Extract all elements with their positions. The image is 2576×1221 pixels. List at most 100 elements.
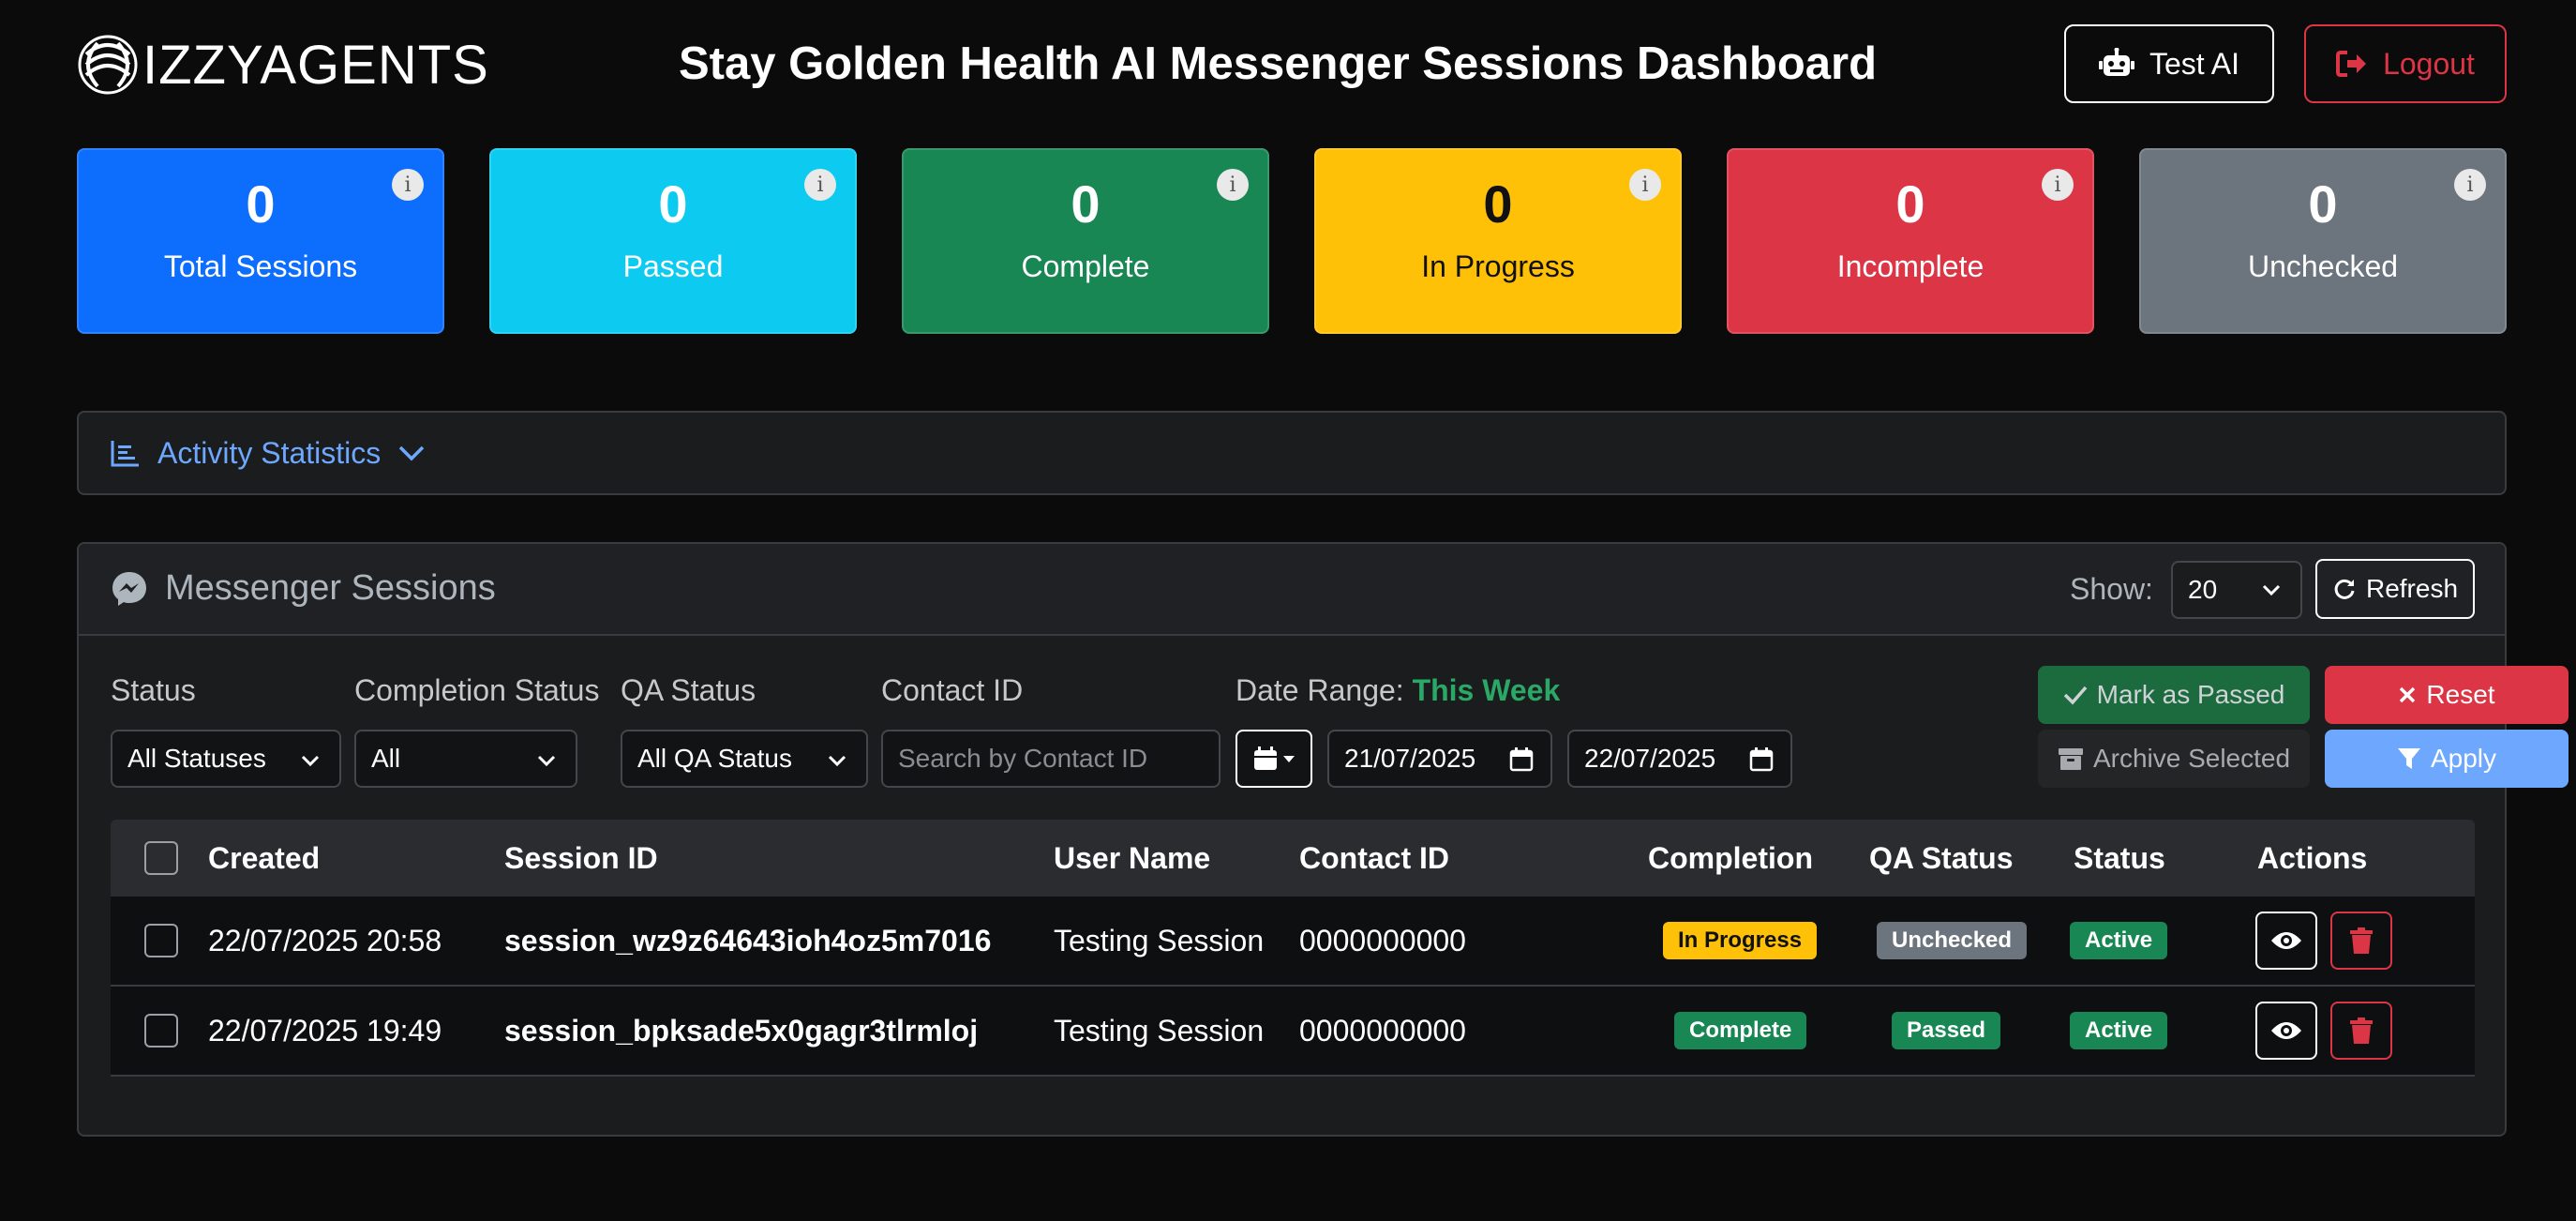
- info-icon[interactable]: i: [1629, 169, 1661, 201]
- stat-card-passed: 0 Passed i: [489, 148, 857, 334]
- apply-button[interactable]: Apply: [2325, 730, 2569, 788]
- calendar-icon: [1254, 746, 1277, 770]
- completion-filter-select[interactable]: All: [354, 730, 577, 788]
- date-from-input[interactable]: 21/07/2025: [1327, 730, 1552, 788]
- row-select-cell: [144, 987, 178, 1075]
- info-icon[interactable]: i: [1217, 169, 1249, 201]
- stat-value: 0: [1071, 174, 1101, 234]
- stat-card-in-progress: 0 In Progress i: [1314, 148, 1682, 334]
- row-checkbox[interactable]: [144, 1014, 178, 1048]
- calendar-icon: [1749, 747, 1774, 772]
- page-size-select[interactable]: 20: [2171, 561, 2302, 619]
- stat-value: 0: [2308, 174, 2338, 234]
- qa-status-cell: Passed: [1892, 987, 2001, 1075]
- messenger-sessions-panel: Messenger Sessions Show: 20 Refresh Stat…: [77, 542, 2569, 1137]
- select-all-checkbox[interactable]: [144, 841, 178, 875]
- completion-filter-value: All: [371, 744, 401, 773]
- archive-icon: [2058, 748, 2083, 770]
- chevron-down-icon: [399, 445, 425, 461]
- column-header-completion[interactable]: Completion: [1648, 820, 1813, 897]
- reset-label: Reset: [2426, 680, 2495, 709]
- stat-card-total-sessions: 0 Total Sessions i: [77, 148, 444, 334]
- calendar-icon: [1509, 747, 1534, 772]
- status-filter-label: Status: [111, 673, 196, 707]
- stat-label: In Progress: [1421, 249, 1575, 283]
- test-ai-button[interactable]: Test AI: [2064, 24, 2274, 103]
- stat-value: 0: [1483, 174, 1513, 234]
- column-header-status[interactable]: Status: [2074, 820, 2165, 897]
- select-all-cell: [144, 820, 178, 897]
- info-icon[interactable]: i: [2454, 169, 2486, 201]
- refresh-button[interactable]: Refresh: [2315, 559, 2475, 619]
- row-checkbox[interactable]: [144, 924, 178, 957]
- created-cell: 22/07/2025 20:58: [208, 923, 442, 957]
- stat-label: Incomplete: [1836, 249, 1984, 283]
- completion-badge: Complete: [1674, 1012, 1807, 1049]
- logo[interactable]: IZZYAGENTS: [77, 32, 489, 98]
- refresh-label: Refresh: [2365, 574, 2459, 603]
- mark-as-passed-button[interactable]: Mark as Passed: [2038, 666, 2310, 724]
- view-session-button[interactable]: [2255, 912, 2317, 970]
- contact-id-search-input[interactable]: Search by Contact ID: [881, 730, 1221, 788]
- user-name-cell: Testing Session: [1054, 1013, 1265, 1048]
- stat-value: 0: [1895, 174, 1925, 234]
- info-icon[interactable]: i: [2042, 169, 2074, 201]
- column-header-created[interactable]: Created: [208, 820, 320, 897]
- eye-icon: [2271, 932, 2301, 949]
- column-header-contact-id[interactable]: Contact ID: [1299, 820, 1449, 897]
- date-from-value: 21/07/2025: [1344, 744, 1476, 773]
- created-cell: 22/07/2025 19:49: [208, 1013, 442, 1048]
- status-badge: Active: [2070, 922, 2168, 959]
- actions-cell: [2255, 987, 2392, 1075]
- date-preset-dropdown-button[interactable]: [1236, 730, 1312, 788]
- chevron-down-icon: [828, 755, 846, 767]
- status-cell: Active: [2070, 987, 2168, 1075]
- info-icon[interactable]: i: [392, 169, 424, 201]
- trash-icon: [2350, 1018, 2373, 1044]
- contact-id-cell: 0000000000: [1299, 1013, 1466, 1048]
- logout-button[interactable]: Logout: [2304, 24, 2507, 103]
- robot-icon: [2098, 48, 2134, 76]
- show-label: Show:: [2070, 572, 2153, 606]
- qa-filter-select[interactable]: All QA Status: [621, 730, 868, 788]
- apply-label: Apply: [2430, 744, 2497, 773]
- stat-value: 0: [246, 174, 276, 234]
- column-header-qa-status[interactable]: QA Status: [1869, 820, 2014, 897]
- chevron-down-icon: [2262, 584, 2281, 596]
- info-icon[interactable]: i: [804, 169, 836, 201]
- completion-filter-label: Completion Status: [354, 673, 600, 707]
- status-cell: Active: [2070, 897, 2168, 985]
- contact-id-cell: 0000000000: [1299, 923, 1466, 957]
- table-row[interactable]: 22/07/2025 20:58 session_wz9z64643ioh4oz…: [111, 897, 2475, 987]
- status-filter-select[interactable]: All Statuses: [111, 730, 341, 788]
- filter-icon: [2397, 748, 2420, 769]
- column-header-user-name[interactable]: User Name: [1054, 820, 1210, 897]
- table-header-row: Created Session ID User Name Contact ID …: [111, 820, 2475, 897]
- messenger-icon: [112, 571, 146, 606]
- table-row[interactable]: 22/07/2025 19:49 session_bpksade5x0gagr3…: [111, 987, 2475, 1077]
- delete-session-button[interactable]: [2330, 912, 2392, 970]
- delete-session-button[interactable]: [2330, 1002, 2392, 1060]
- date-range-label-text: Date Range:: [1236, 673, 1404, 707]
- chevron-down-icon: [537, 755, 556, 767]
- column-header-session-id[interactable]: Session ID: [504, 820, 658, 897]
- qa-filter-value: All QA Status: [637, 744, 792, 773]
- date-range-preset: This Week: [1412, 673, 1561, 707]
- view-session-button[interactable]: [2255, 1002, 2317, 1060]
- contact-id-placeholder: Search by Contact ID: [898, 744, 1148, 773]
- mark-as-passed-label: Mark as Passed: [2096, 680, 2285, 709]
- stat-card-complete: 0 Complete i: [902, 148, 1269, 334]
- completion-cell: In Progress: [1663, 897, 1818, 985]
- status-badge: Active: [2070, 1012, 2168, 1049]
- activity-statistics-toggle[interactable]: Activity Statistics: [77, 411, 2507, 495]
- column-header-actions: Actions: [2257, 840, 2368, 875]
- page-size-value: 20: [2188, 575, 2218, 604]
- date-to-input[interactable]: 22/07/2025: [1567, 730, 1792, 788]
- archive-selected-button[interactable]: Archive Selected: [2038, 730, 2310, 788]
- date-range-label: Date Range: This Week: [1236, 673, 1560, 708]
- top-header: IZZYAGENTS Stay Golden Health AI Messeng…: [77, 23, 2507, 105]
- panel-header: Messenger Sessions Show: 20 Refresh: [79, 544, 2505, 636]
- stat-cards: 0 Total Sessions i 0 Passed i 0 Complete…: [77, 148, 2507, 334]
- user-name-cell: Testing Session: [1054, 923, 1265, 957]
- reset-button[interactable]: Reset: [2325, 666, 2569, 724]
